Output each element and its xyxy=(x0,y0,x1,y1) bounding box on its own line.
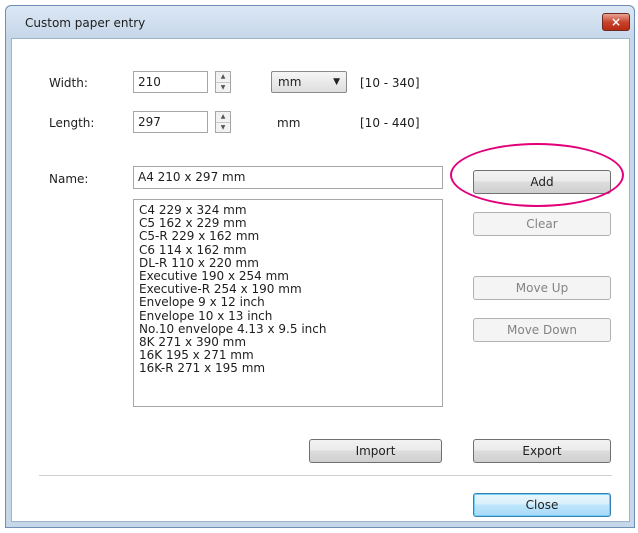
move-down-button[interactable]: Move Down xyxy=(473,318,611,342)
paper-size-list[interactable]: C4 229 x 324 mm C5 162 x 229 mm C5-R 229 x… xyxy=(133,199,443,407)
length-value: 297 xyxy=(138,115,161,129)
length-spinner[interactable]: ▲ ▼ xyxy=(215,111,231,133)
clear-button[interactable]: Clear xyxy=(473,212,611,236)
spin-down-icon[interactable]: ▼ xyxy=(216,83,230,93)
width-input[interactable]: 210 xyxy=(133,71,208,93)
width-spinner[interactable]: ▲ ▼ xyxy=(215,71,231,93)
list-item[interactable]: Envelope 9 x 12 inch xyxy=(139,296,437,309)
spin-down-icon[interactable]: ▼ xyxy=(216,123,230,133)
name-input[interactable]: A4 210 x 297 mm xyxy=(133,166,443,189)
unit-select[interactable]: mm ▼ xyxy=(271,71,347,93)
export-button[interactable]: Export xyxy=(473,439,611,463)
name-value: A4 210 x 297 mm xyxy=(138,170,246,184)
highlight-ellipse xyxy=(450,143,624,207)
unit-select-value: mm xyxy=(278,75,302,89)
close-window-button[interactable]: × xyxy=(602,13,630,31)
dialog-body: Width: 210 ▲ ▼ mm ▼ [10 - 340] Length: 2… xyxy=(11,38,630,522)
length-unit: mm xyxy=(277,116,301,130)
import-button[interactable]: Import xyxy=(309,439,442,463)
list-item[interactable]: Envelope 10 x 13 inch xyxy=(139,309,437,323)
list-item[interactable]: 16K-R 271 x 195 mm xyxy=(139,362,437,375)
spin-up-icon[interactable]: ▲ xyxy=(216,112,230,123)
width-range: [10 - 340] xyxy=(360,76,420,90)
close-icon: × xyxy=(610,15,622,29)
name-label: Name: xyxy=(49,172,89,186)
dropdown-arrow-icon: ▼ xyxy=(333,77,340,87)
list-item[interactable]: C5-R 229 x 162 mm xyxy=(139,230,437,243)
spin-up-icon[interactable]: ▲ xyxy=(216,72,230,83)
width-value: 210 xyxy=(138,75,161,89)
length-label: Length: xyxy=(49,116,95,130)
title-bar: Custom paper entry × xyxy=(6,6,634,38)
length-range: [10 - 440] xyxy=(360,116,420,130)
width-label: Width: xyxy=(49,76,88,90)
move-up-button[interactable]: Move Up xyxy=(473,276,611,300)
divider xyxy=(39,475,612,476)
list-item[interactable]: C6 114 x 162 mm xyxy=(139,243,437,257)
close-button[interactable]: Close xyxy=(473,493,611,517)
custom-paper-entry-dialog: Custom paper entry × Width: 210 ▲ ▼ mm ▼… xyxy=(5,5,635,528)
length-input[interactable]: 297 xyxy=(133,111,208,133)
dialog-title: Custom paper entry xyxy=(25,16,146,30)
